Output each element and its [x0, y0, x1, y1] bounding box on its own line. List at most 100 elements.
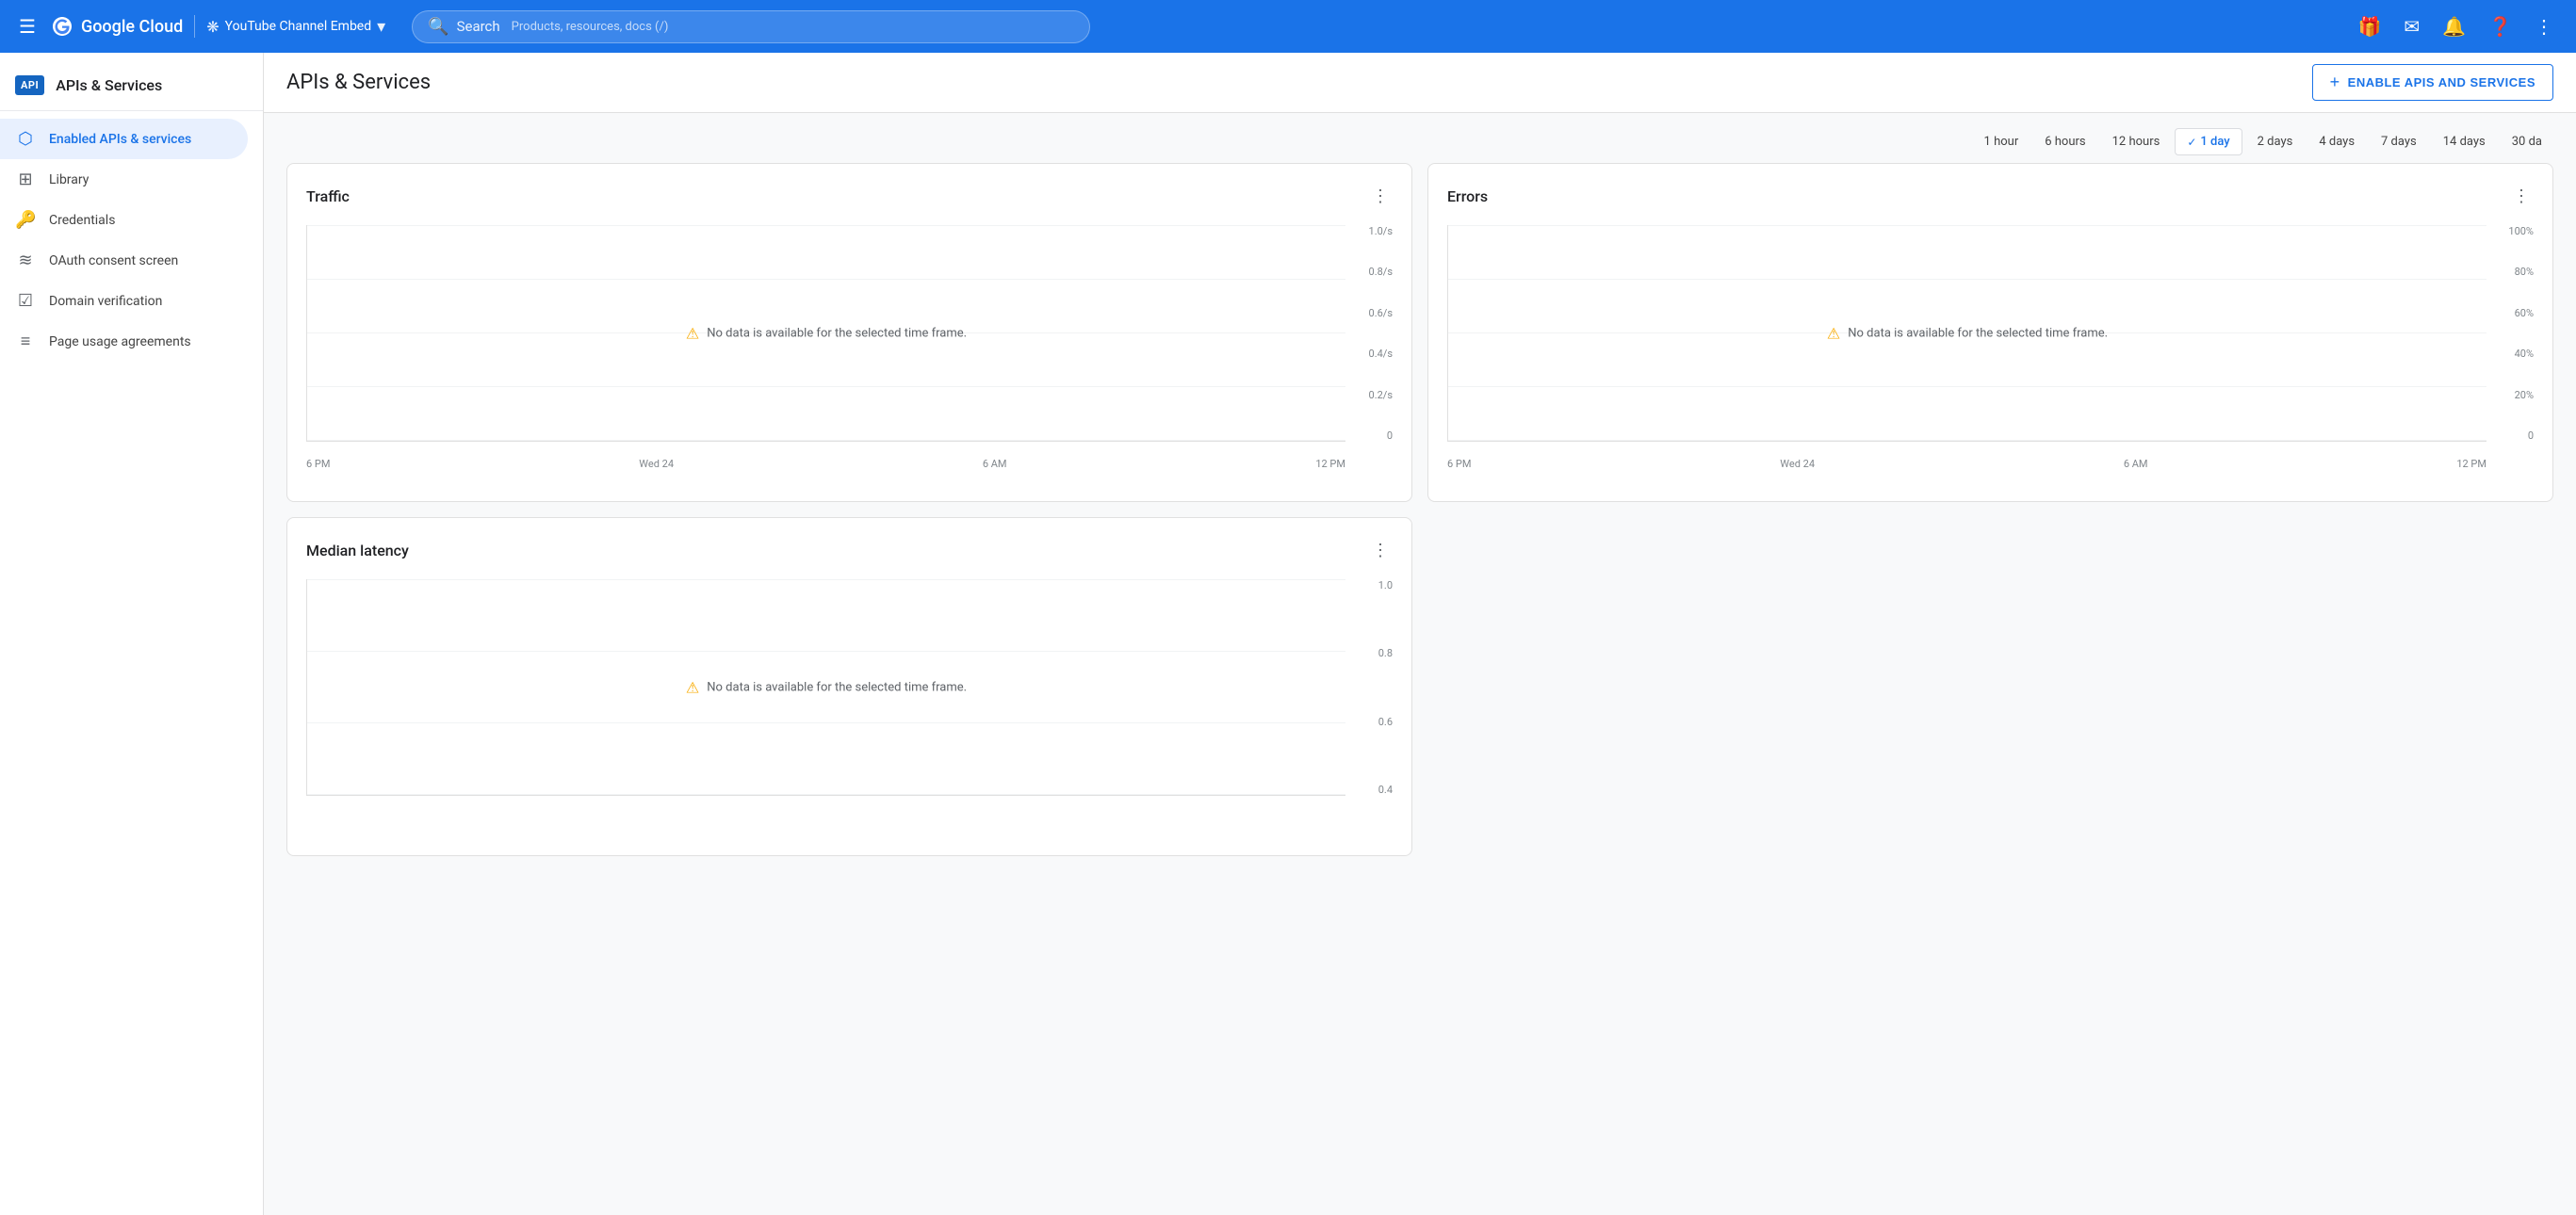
sidebar-item-enabled-apis[interactable]: ⬡ Enabled APIs & services — [0, 119, 248, 159]
project-name: YouTube Channel Embed — [225, 19, 371, 34]
search-label: Search — [457, 18, 500, 35]
chart-header: Errors ⋮ — [1447, 183, 2534, 210]
notifications-icon[interactable]: 🔔 — [2435, 8, 2473, 45]
warning-icon: ⚠ — [1827, 324, 1840, 342]
traffic-chart-card: Traffic ⋮ ⚠ No data — [286, 163, 1412, 502]
help-icon[interactable]: ❓ — [2481, 8, 2519, 45]
y-label: 0.6 — [1378, 716, 1393, 728]
latency-no-data-text: No data is available for the selected ti… — [707, 680, 967, 694]
time-30days[interactable]: 30 da — [2501, 129, 2553, 154]
gridline — [307, 225, 1345, 226]
search-bar[interactable]: 🔍 Search Products, resources, docs (/) — [412, 10, 1090, 43]
gridline — [307, 279, 1345, 280]
errors-chart-plot: ⚠ No data is available for the selected … — [1447, 225, 2486, 442]
latency-chart-menu[interactable]: ⋮ — [1368, 537, 1393, 564]
domain-icon: ☑ — [15, 291, 36, 311]
traffic-chart-plot: ⚠ No data is available for the selected … — [306, 225, 1345, 442]
traffic-chart-area: ⚠ No data is available for the selected … — [306, 225, 1393, 470]
gridline — [307, 722, 1345, 723]
charts-grid: Traffic ⋮ ⚠ No data — [264, 163, 2576, 879]
y-label: 0.6/s — [1369, 307, 1393, 319]
errors-chart-card: Errors ⋮ ⚠ No data — [1427, 163, 2553, 502]
api-badge: API — [15, 75, 44, 95]
traffic-x-labels: 6 PM Wed 24 6 AM 12 PM — [306, 458, 1345, 470]
sidebar-item-page-usage[interactable]: ≡ Page usage agreements — [0, 321, 248, 362]
x-label: Wed 24 — [639, 458, 674, 470]
sidebar-item-domain[interactable]: ☑ Domain verification — [0, 281, 248, 321]
chevron-down-icon: ▾ — [377, 17, 385, 37]
latency-chart-title: Median latency — [306, 542, 1368, 559]
project-selector[interactable]: ❋ YouTube Channel Embed ▾ — [206, 17, 385, 37]
y-label: 40% — [2508, 348, 2534, 360]
x-label: 6 PM — [1447, 458, 1471, 470]
menu-icon[interactable]: ☰ — [15, 11, 40, 41]
y-label: 0.2/s — [1369, 389, 1393, 401]
errors-chart-menu[interactable]: ⋮ — [2509, 183, 2534, 210]
project-icon: ❋ — [206, 18, 219, 36]
x-label: 6 AM — [2124, 458, 2148, 470]
email-icon[interactable]: ✉ — [2396, 8, 2427, 45]
sidebar-item-oauth[interactable]: ≋ OAuth consent screen — [0, 240, 248, 281]
gridline — [307, 440, 1345, 441]
traffic-chart-title: Traffic — [306, 187, 1368, 205]
latency-chart-card: Median latency ⋮ ⚠ No data is avai — [286, 517, 1412, 856]
page-title: APIs & Services — [286, 71, 2297, 94]
credentials-icon: 🔑 — [15, 210, 36, 230]
y-label: 0.8 — [1378, 647, 1393, 659]
sidebar-item-label: Credentials — [49, 213, 115, 228]
errors-chart-area: ⚠ No data is available for the selected … — [1447, 225, 2534, 470]
gridline — [307, 386, 1345, 387]
time-1hour[interactable]: 1 hour — [1973, 129, 2030, 154]
plus-icon: + — [2330, 73, 2340, 92]
x-label: 12 PM — [1315, 458, 1345, 470]
x-label: 12 PM — [2456, 458, 2486, 470]
sidebar-header: API APIs & Services — [0, 60, 263, 111]
time-6hours[interactable]: 6 hours — [2033, 129, 2096, 154]
app-layout: API APIs & Services ⬡ Enabled APIs & ser… — [0, 53, 2576, 1215]
time-7days[interactable]: 7 days — [2370, 129, 2428, 154]
errors-chart-title: Errors — [1447, 187, 2509, 205]
time-2days[interactable]: 2 days — [2246, 129, 2305, 154]
enabled-apis-icon: ⬡ — [15, 129, 36, 149]
traffic-no-data: ⚠ No data is available for the selected … — [686, 324, 967, 342]
y-label: 0.4 — [1378, 784, 1393, 796]
google-cloud-logo[interactable]: Google Cloud — [51, 15, 183, 38]
y-label: 0.4/s — [1369, 348, 1393, 360]
sidebar-item-credentials[interactable]: 🔑 Credentials — [0, 200, 248, 240]
chart-header: Median latency ⋮ — [306, 537, 1393, 564]
errors-no-data-text: No data is available for the selected ti… — [1848, 326, 2108, 340]
time-12hours[interactable]: 12 hours — [2101, 129, 2172, 154]
enable-apis-button[interactable]: + ENABLE APIS AND SERVICES — [2312, 64, 2553, 101]
latency-chart-area: ⚠ No data is available for the selected … — [306, 579, 1393, 824]
sidebar-title: APIs & Services — [56, 76, 162, 94]
traffic-y-labels: 1.0/s 0.8/s 0.6/s 0.4/s 0.2/s 0 — [1369, 225, 1393, 442]
more-options-icon[interactable]: ⋮ — [2527, 8, 2561, 45]
latency-no-data: ⚠ No data is available for the selected … — [686, 678, 967, 696]
warning-icon: ⚠ — [686, 324, 699, 342]
google-cloud-logo-icon — [51, 15, 73, 38]
sidebar-item-label: OAuth consent screen — [49, 253, 178, 268]
time-1day[interactable]: 1 day — [2175, 128, 2242, 155]
oauth-icon: ≋ — [15, 251, 36, 270]
y-label: 0.8/s — [1369, 266, 1393, 278]
traffic-no-data-text: No data is available for the selected ti… — [707, 326, 967, 340]
traffic-chart-menu[interactable]: ⋮ — [1368, 183, 1393, 210]
latency-y-labels: 1.0 0.8 0.6 0.4 — [1378, 579, 1393, 796]
x-label: 6 AM — [983, 458, 1007, 470]
enable-btn-label: ENABLE APIS AND SERVICES — [2348, 75, 2535, 89]
latency-chart-plot: ⚠ No data is available for the selected … — [306, 579, 1345, 796]
page-usage-icon: ≡ — [15, 332, 36, 351]
time-14days[interactable]: 14 days — [2432, 129, 2497, 154]
y-label: 80% — [2508, 266, 2534, 278]
gift-icon[interactable]: 🎁 — [2351, 8, 2389, 45]
page-header: APIs & Services + ENABLE APIS AND SERVIC… — [264, 53, 2576, 113]
y-label: 1.0/s — [1369, 225, 1393, 237]
search-hint: Products, resources, docs (/) — [512, 20, 669, 34]
time-4days[interactable]: 4 days — [2307, 129, 2366, 154]
x-label: 6 PM — [306, 458, 330, 470]
library-icon: ⊞ — [15, 170, 36, 189]
gridline — [307, 794, 1345, 795]
errors-no-data: ⚠ No data is available for the selected … — [1827, 324, 2108, 342]
sidebar-item-library[interactable]: ⊞ Library — [0, 159, 248, 200]
topnav-right-icons: 🎁 ✉ 🔔 ❓ ⋮ — [2351, 8, 2561, 45]
